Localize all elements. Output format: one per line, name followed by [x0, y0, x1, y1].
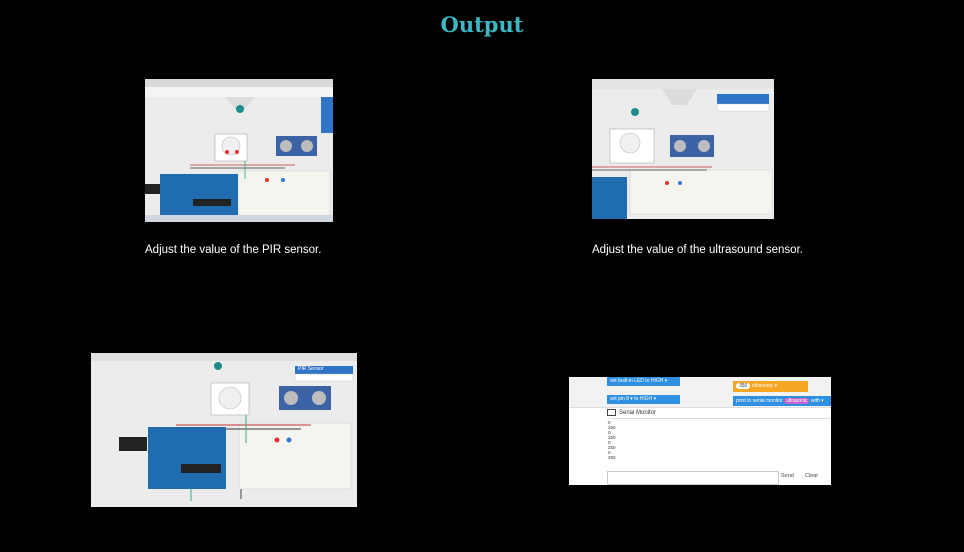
serial-monitor-header: Serial Monitor [607, 409, 831, 419]
send-button[interactable]: Send [781, 473, 794, 479]
page-title: Output [440, 12, 524, 37]
ultrasound-sensor-screenshot [592, 79, 774, 219]
serial-output: 0 250 0 250 0 250 0 250 [608, 420, 616, 460]
monitor-icon [607, 409, 616, 416]
circuit-screenshot: PIR Sensor [91, 353, 357, 507]
clear-button[interactable]: Clear [805, 473, 818, 479]
block-print-serial: print to serial monitor ultrasonic with … [733, 396, 831, 406]
serial-monitor-screenshot: set built-in LED to HIGH ▾ set pin 8 ▾ t… [569, 377, 831, 485]
block-set-variable: 350 ultrasonic ▾ [733, 381, 808, 392]
pir-sensor-screenshot [145, 79, 333, 222]
serial-line: 250 [608, 455, 616, 460]
serial-input[interactable] [607, 471, 779, 485]
block-set-pin: set pin 8 ▾ to HIGH ▾ [607, 395, 680, 404]
block-set-led: set built-in LED to HIGH ▾ [607, 377, 680, 386]
pir-caption: Adjust the value of the PIR sensor. [145, 244, 322, 256]
pir-sensor-panel-title: PIR Sensor [298, 366, 324, 372]
ultrasound-caption: Adjust the value of the ultrasound senso… [592, 244, 803, 256]
print-variable: ultrasonic [784, 398, 810, 404]
variable-value: 350 [736, 383, 751, 389]
